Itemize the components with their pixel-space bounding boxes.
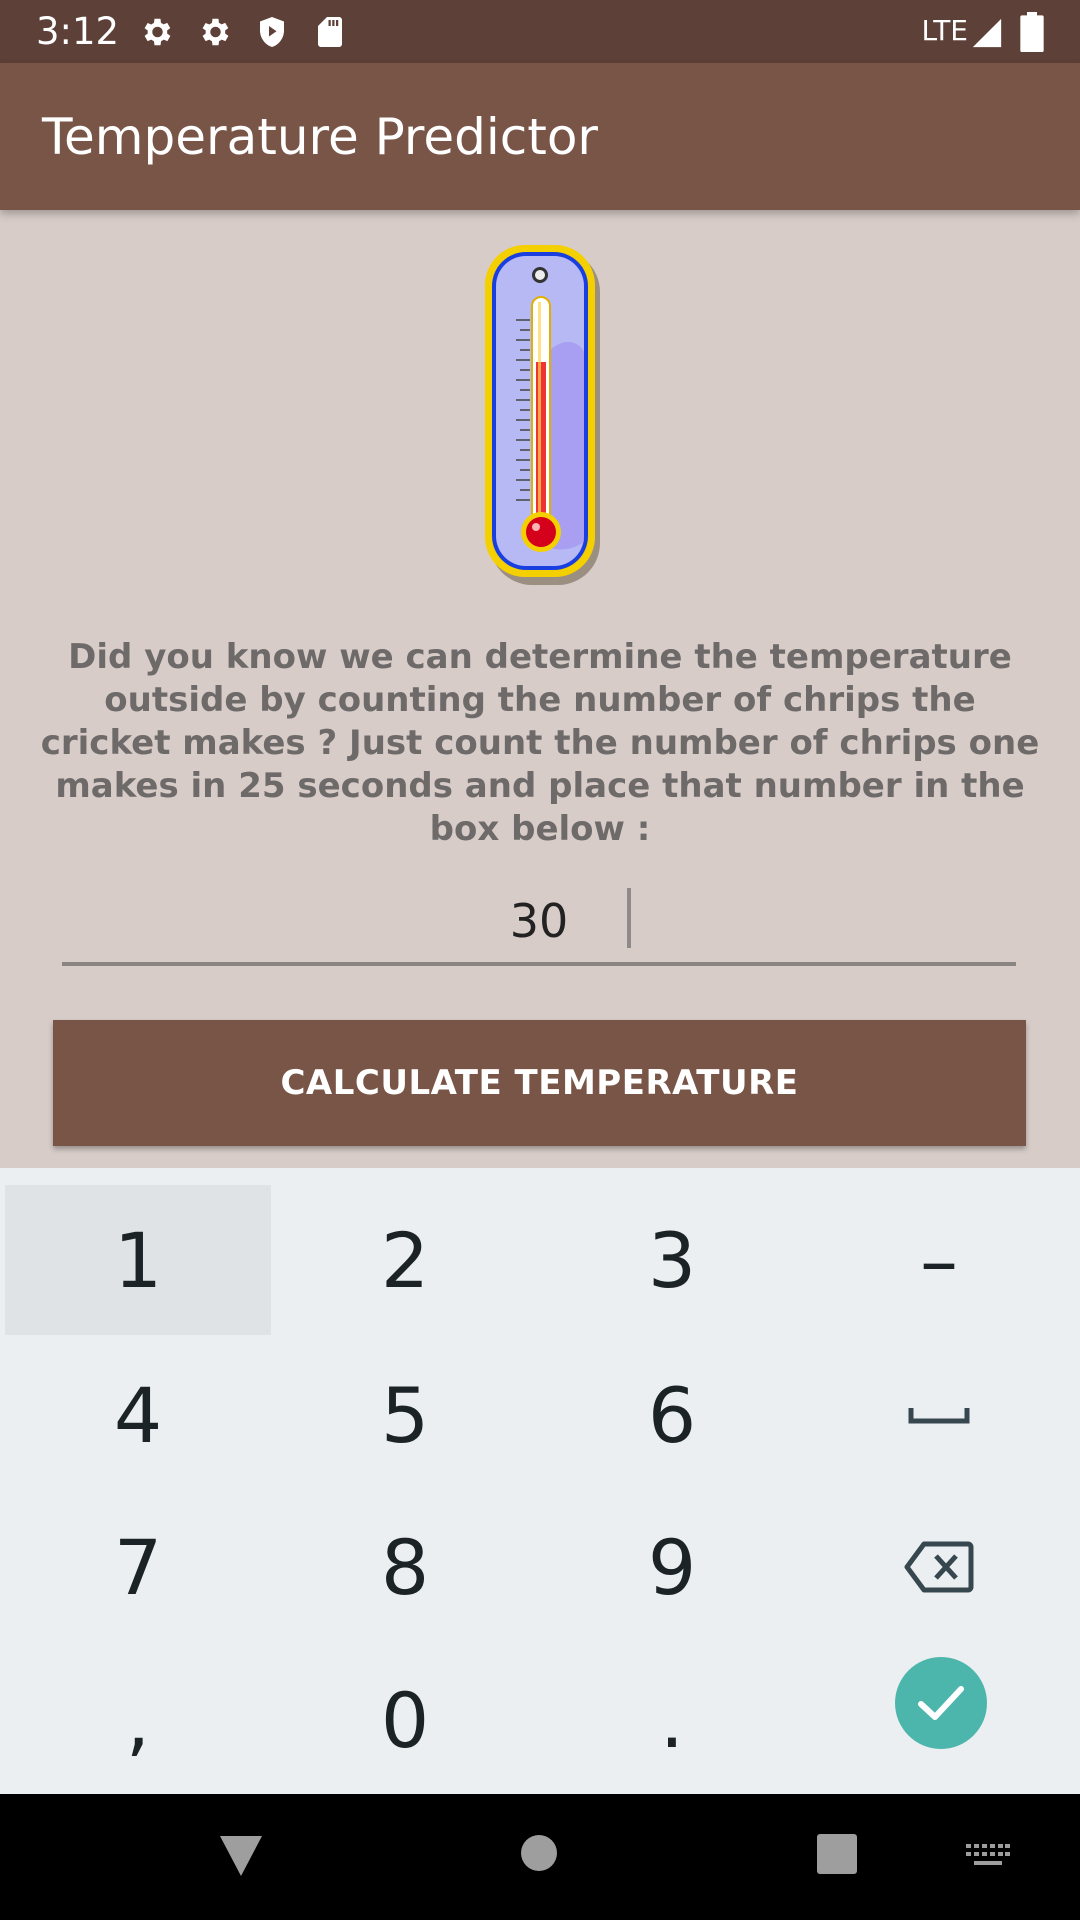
key-8[interactable]: 8 [272,1492,538,1642]
network-type: LTE [921,14,968,47]
intro-text: Did you know we can determine the temper… [40,637,1040,849]
key-5[interactable]: 5 [272,1340,538,1490]
navigation-bar [0,1794,1080,1920]
status-bar: 3:12 LTE [0,0,1080,63]
status-time: 3:12 [36,10,120,53]
signal-icon [972,18,1002,48]
key-3[interactable]: 3 [539,1185,805,1335]
battery-icon [1020,12,1044,52]
recents-icon[interactable] [817,1834,857,1874]
done-key[interactable] [895,1657,987,1749]
back-icon[interactable] [218,1834,264,1878]
app-bar: Temperature Predictor [0,63,1080,210]
calculate-temperature-button[interactable]: CALCULATE TEMPERATURE [53,1020,1026,1146]
key-2[interactable]: 2 [272,1185,538,1335]
key-6[interactable]: 6 [539,1340,805,1490]
gear-icon [144,18,171,46]
shield-play-icon [260,17,284,47]
key-comma[interactable]: , [5,1645,271,1795]
sd-card-icon [318,17,342,47]
keyboard-switch-icon[interactable] [966,1844,1010,1868]
backspace-icon [904,1541,974,1593]
home-icon[interactable] [520,1834,558,1872]
gear-icon [202,18,229,46]
key-minus[interactable]: – [806,1185,1072,1335]
check-icon [918,1686,964,1720]
text-cursor [627,888,631,948]
key-9[interactable]: 9 [539,1492,805,1642]
space-icon [908,1408,970,1424]
thermometer-icon [485,245,600,585]
space-key[interactable] [806,1340,1072,1490]
chirp-count-input[interactable] [62,880,1016,962]
backspace-key[interactable] [806,1492,1072,1642]
key-period[interactable]: . [539,1645,805,1795]
app-title: Temperature Predictor [42,108,598,166]
key-0[interactable]: 0 [272,1645,538,1795]
key-7[interactable]: 7 [5,1492,271,1642]
key-4[interactable]: 4 [5,1340,271,1490]
key-1[interactable]: 1 [5,1185,271,1335]
chirp-count-field-wrapper [62,880,1016,966]
